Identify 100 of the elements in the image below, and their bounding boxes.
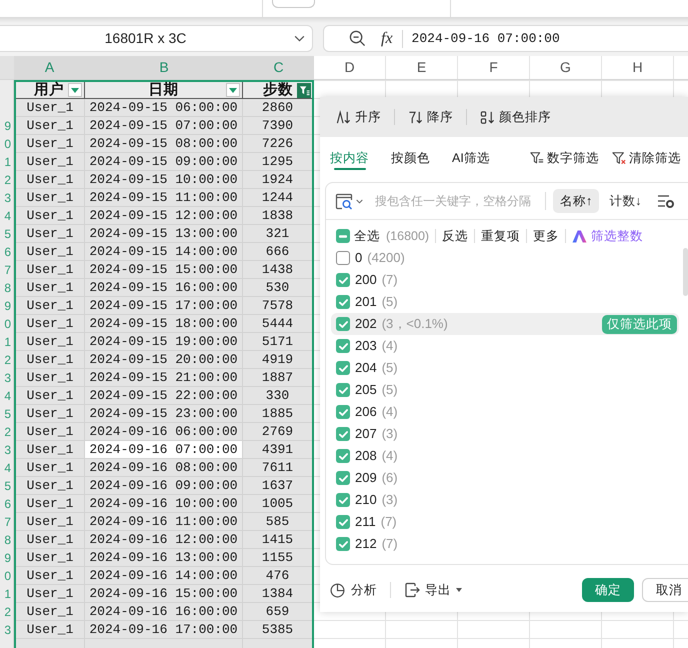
table-cell: User_1 <box>16 261 85 279</box>
confirm-button[interactable]: 确定 <box>582 578 634 602</box>
table-cell: User_1 <box>16 603 85 621</box>
table-cell: 1924 <box>243 171 312 189</box>
clear-filter-button[interactable]: 清除筛选 <box>612 148 681 168</box>
checkmark-icon <box>338 276 348 284</box>
item-label[interactable]: 203 <box>355 336 377 356</box>
sort-button[interactable]: 颜色排序 <box>480 108 551 126</box>
table-cell: User_1 <box>16 567 85 585</box>
list-settings-icon[interactable] <box>656 193 674 209</box>
search-scope-button[interactable] <box>335 192 363 210</box>
table-cell: User_1 <box>16 423 85 441</box>
item-count: (3，<0.1%) <box>382 315 448 334</box>
formula-input[interactable]: 2024-09-16 07:00:00 <box>412 28 560 48</box>
color-sort-icon <box>480 110 495 124</box>
number-filter-button[interactable]: 数字筛选 <box>530 148 599 168</box>
table-cell: 2024-09-16 12:00:00 <box>85 531 243 549</box>
chevron-down-icon[interactable] <box>294 35 305 42</box>
table-cell: 4391 <box>243 441 312 459</box>
item-label[interactable]: 211 <box>355 512 376 532</box>
checkbox[interactable] <box>336 383 350 397</box>
list-action-link[interactable]: 反选 <box>442 226 468 246</box>
item-label[interactable]: 200 <box>355 270 377 290</box>
checkbox[interactable] <box>336 449 350 463</box>
table-cell: User_1 <box>16 585 85 603</box>
item-label[interactable]: 212 <box>355 534 377 554</box>
item-label[interactable]: 204 <box>355 358 377 378</box>
item-label[interactable]: 205 <box>355 380 377 400</box>
checkbox[interactable] <box>336 471 350 485</box>
filter-dropdown-button[interactable] <box>226 83 240 97</box>
item-label[interactable]: 207 <box>355 424 377 444</box>
cancel-button[interactable]: 取消 <box>642 578 688 602</box>
table-cell: 666 <box>243 243 312 261</box>
item-count: (4) <box>382 403 398 422</box>
ai-filter-link[interactable]: 筛选整数 <box>591 226 644 246</box>
filter-active-button[interactable] <box>297 82 311 98</box>
item-count: (4) <box>382 337 398 356</box>
sort-button[interactable]: 升序 <box>336 108 381 126</box>
table-cell: User_1 <box>16 477 85 495</box>
table-cell: 2024-09-16 08:00:00 <box>85 459 243 477</box>
item-count: (5) <box>382 381 398 400</box>
sort-option-button[interactable]: 名称↑ <box>553 189 600 213</box>
tab[interactable]: 按颜色 <box>391 148 430 170</box>
item-label[interactable]: 202 <box>355 314 377 334</box>
item-label[interactable]: 209 <box>355 468 377 488</box>
checkbox[interactable] <box>336 251 350 265</box>
highlighted-list-item[interactable]: 202 (3，<0.1%) 仅筛选此项 <box>331 313 679 335</box>
table-cell: 2024-09-15 18:00:00 <box>85 315 243 333</box>
item-label[interactable]: 210 <box>355 490 377 510</box>
checkbox[interactable] <box>336 339 350 353</box>
table-cell: 2769 <box>243 423 312 441</box>
checkbox[interactable] <box>336 295 350 309</box>
sort-button[interactable]: 降序 <box>408 108 453 126</box>
table-cell: 2024-09-15 17:00:00 <box>85 297 243 315</box>
sort-descending-icon <box>408 110 423 124</box>
name-box[interactable]: 16801R x 3C <box>0 25 313 52</box>
checkbox[interactable] <box>336 493 350 507</box>
table-cell: 2024-09-15 08:00:00 <box>85 135 243 153</box>
checkbox[interactable] <box>336 317 350 331</box>
item-label[interactable]: 206 <box>355 402 377 422</box>
table-cell: 1887 <box>243 369 312 387</box>
checkbox[interactable] <box>336 515 350 529</box>
table-cell: User_1 <box>16 369 85 387</box>
table-cell: 5171 <box>243 333 312 351</box>
sort-option-button[interactable]: 计数↓ <box>602 189 648 213</box>
table-cell: 2024-09-15 11:00:00 <box>85 189 243 207</box>
item-label[interactable]: 208 <box>355 446 377 466</box>
function-button[interactable]: fx <box>381 26 393 50</box>
item-label[interactable]: 201 <box>355 292 377 312</box>
checkbox-label[interactable]: 全选 <box>354 226 380 246</box>
list-action-link[interactable]: 更多 <box>533 226 560 246</box>
filter-dropdown-button[interactable] <box>68 83 82 97</box>
minus-icon <box>339 234 347 238</box>
table-cell: 2024-09-15 09:00:00 <box>85 153 243 171</box>
checkbox[interactable] <box>336 427 350 441</box>
search-field[interactable]: 搜包含任一关键字，空格分隔 <box>375 192 541 210</box>
table-cell: User_1 <box>16 171 85 189</box>
table-cell: User_1 <box>16 351 85 369</box>
table-cell: 2024-09-16 06:00:00 <box>85 423 243 441</box>
checkmark-icon <box>338 386 348 394</box>
scrollbar-thumb[interactable] <box>683 248 688 296</box>
table-cell: 2024-09-16 14:00:00 <box>85 567 243 585</box>
table-cell: 1005 <box>243 495 312 513</box>
table-cell: User_1 <box>16 495 85 513</box>
table-cell: User_1 <box>16 225 85 243</box>
checkbox[interactable] <box>336 537 350 551</box>
table-cell: 2024-09-15 23:00:00 <box>85 405 243 423</box>
table-cell: 2024-09-15 12:00:00 <box>85 207 243 225</box>
toolbar-button[interactable] <box>272 0 315 8</box>
checkbox[interactable] <box>336 273 350 287</box>
export-button[interactable]: 导出 <box>404 580 462 600</box>
zoom-out-icon[interactable] <box>349 30 366 47</box>
item-label[interactable]: 0 <box>355 248 362 268</box>
tab[interactable]: AI筛选 <box>452 148 490 170</box>
list-action-link[interactable]: 重复项 <box>481 226 520 246</box>
checkbox[interactable] <box>336 229 350 243</box>
analyze-button[interactable]: 分析 <box>330 580 377 600</box>
tab[interactable]: 按内容 <box>330 148 369 170</box>
checkbox[interactable] <box>336 405 350 419</box>
checkbox[interactable] <box>336 361 350 375</box>
